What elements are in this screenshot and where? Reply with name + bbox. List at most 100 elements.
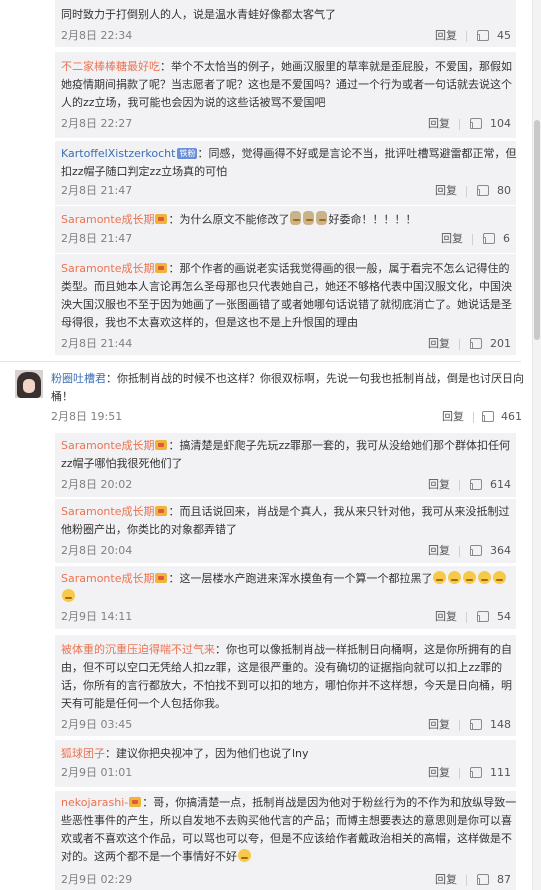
author-name[interactable]: Saramonte成长期 xyxy=(61,572,154,585)
reply-card: 不二家棒棒糖最好吃：举个不太恰当的例子，她画汉服里的草率就是歪屁股，不爱国，那假… xyxy=(55,52,516,138)
comment-meta: 2月9日 03:45 回复 148 xyxy=(61,716,511,734)
comment-text: 些恶性事件的产生，所以自发地不去购买他代言的产品；而博主想要表达的意思则是你可以… xyxy=(61,814,512,827)
comment-text: 她疫情期间捐款了呢？当志愿者了呢？这也是不爱国吗？通过一个行为或者一句话就去说这… xyxy=(61,78,512,91)
comment-text: 好委命！！！！！ xyxy=(328,213,417,226)
author-name[interactable]: nekojarashi- xyxy=(61,796,128,809)
reply-button[interactable]: 回复 xyxy=(442,408,464,426)
emoji-icon xyxy=(478,571,492,584)
author-name[interactable]: 狐球团子 xyxy=(61,747,105,760)
comment-text: 扣zz帽子随口判定zz立场真的可怕 xyxy=(61,165,228,178)
comment-text: 桶！ xyxy=(51,390,73,403)
reply-button[interactable]: 回复 xyxy=(428,716,450,734)
reply-button[interactable]: 回复 xyxy=(428,542,450,560)
author-name[interactable]: 粉圈吐槽君 xyxy=(51,372,106,385)
author-name[interactable]: Saramonte成长期 xyxy=(61,505,154,518)
author-name[interactable]: 不二家棒棒糖最好吃 xyxy=(61,60,160,73)
crown-badge-icon xyxy=(155,573,168,583)
comment-text: ：同感，觉得画得不好或是言论不当，批评吐槽骂避雷都正常，但 xyxy=(197,147,517,160)
emoji-icon xyxy=(303,211,315,225)
reply-card: Saramonte成长期 ：这一层楼水产跑进来浑水摸鱼有一个算一个都拉黑了 2月9… xyxy=(55,566,516,629)
author-name[interactable]: Saramonte成长期 xyxy=(61,262,154,275)
thumbs-up-icon[interactable] xyxy=(470,767,482,778)
comment-meta: 2月8日 20:02 回复 614 xyxy=(61,476,511,494)
comment-meta: 2月9日 14:11 回复 54 xyxy=(61,608,511,626)
like-count: 104 xyxy=(490,117,511,130)
comment-meta: 2月8日 21:44 回复 201 xyxy=(61,335,511,353)
reply-button[interactable]: 回复 xyxy=(435,27,457,45)
emoji-icon xyxy=(238,849,251,862)
divider xyxy=(0,361,521,362)
timestamp: 2月9日 14:11 xyxy=(61,610,133,623)
emoji-icon xyxy=(493,571,507,584)
reply-button[interactable]: 回复 xyxy=(428,476,450,494)
like-count: 80 xyxy=(497,184,511,197)
thumbs-up-icon[interactable] xyxy=(470,479,482,490)
crown-badge-icon xyxy=(155,506,168,516)
author-name[interactable]: Saramonte成长期 xyxy=(61,439,154,452)
comment-meta: 2月9日 02:29 回复 87 xyxy=(61,871,511,889)
like-count: 148 xyxy=(490,718,511,731)
thumbs-up-icon[interactable] xyxy=(477,611,489,622)
thumbs-up-icon[interactable] xyxy=(470,338,482,349)
like-count: 364 xyxy=(490,544,511,557)
emoji-icon xyxy=(448,571,462,584)
reply-card: Saramonte成长期 ：而且话说回来，肖战是个真人，我从来只针对他，我可从来没… xyxy=(55,499,516,563)
comment-text: ：搞清楚是虾爬子先玩zz罪那一套的，我可从没给她们那个群体扣任何 xyxy=(168,439,511,452)
comment-text: 对的。这两个都不是一个事情好不好 xyxy=(61,850,237,863)
crown-badge-icon xyxy=(129,797,142,807)
comment-text: ：而且话说回来，肖战是个真人，我从来只针对他，我可从来没抵制过 xyxy=(168,505,510,518)
comment-text: 他粉圈产出，你类比的对象都弄错了 xyxy=(61,523,237,536)
thumbs-up-icon[interactable] xyxy=(477,30,489,41)
thumbs-up-icon[interactable] xyxy=(470,545,482,556)
comment-text: 话，你所有的言行都放大，不怕找不到可以扣的地方，哪怕你并不这样想，今天是日向桶，… xyxy=(61,679,512,692)
like-count: 111 xyxy=(490,766,511,779)
thumbs-up-icon[interactable] xyxy=(482,411,494,422)
comment-meta: 2月8日 22:34 回复 45 xyxy=(61,27,511,45)
comment-text: ：为什么原文不能修改了 xyxy=(168,213,290,226)
comment-text: ：这一层楼水产跑进来浑水摸鱼有一个算一个都拉黑了 xyxy=(168,572,433,585)
crown-badge-icon xyxy=(155,440,168,450)
timestamp: 2月9日 01:01 xyxy=(61,766,133,779)
reply-button[interactable]: 回复 xyxy=(428,335,450,353)
crown-badge-icon xyxy=(155,263,168,273)
scrollbar-thumb[interactable] xyxy=(534,120,540,340)
comment-text: 类型。而且她本人言论再怎么圣母那也只代表她自己，她还不够格代表中国汉服文化，中国… xyxy=(61,280,512,293)
author-name[interactable]: Saramonte成长期 xyxy=(61,213,154,226)
comment-meta: 2月8日 22:27 回复 104 xyxy=(61,115,511,133)
reply-card: Saramonte成长期 ：为什么原文不能修改了 好委命！！！！！ 2月8日 21:… xyxy=(55,206,516,253)
timestamp: 2月8日 21:47 xyxy=(61,232,133,245)
emoji-icon xyxy=(316,211,328,225)
comment-text: 人的zz立场，我可能也会因为说的这些话被骂不爱国吧 xyxy=(61,96,326,109)
comment-text: ：那个作者的画说老实话我觉得画的很一般，属于看完不怎么记得住的 xyxy=(168,262,510,275)
thumbs-up-icon[interactable] xyxy=(470,118,482,129)
author-name[interactable]: 被体重的沉重压迫得喘不过气来 xyxy=(61,643,215,656)
thumbs-up-icon[interactable] xyxy=(483,233,495,244)
comment-text: ：建议你把央视冲了，因为他们也说了lny xyxy=(105,747,309,760)
comment-card: 粉圈吐槽君：你抵制肖战的时候不也这样？你很双标啊，先说一句我也抵制肖战，倒是也讨… xyxy=(0,370,530,430)
thumbs-up-icon[interactable] xyxy=(477,185,489,196)
timestamp: 2月8日 21:44 xyxy=(61,337,133,350)
reply-card: 被体重的沉重压迫得喘不过气来：你也可以像抵制肖战一样抵制日向桶啊，这是你所拥有的… xyxy=(55,635,516,736)
comment-text: ：哥，你搞清楚一点，抵制肖战是因为他对于粉丝行为的不作为和放纵导致一 xyxy=(142,796,517,809)
reply-button[interactable]: 回复 xyxy=(428,115,450,133)
timestamp: 2月9日 02:29 xyxy=(61,873,133,886)
thumbs-up-icon[interactable] xyxy=(477,874,489,885)
author-name[interactable]: KartoffelXistzerkocht xyxy=(61,147,175,160)
like-count: 54 xyxy=(497,610,511,623)
reply-button[interactable]: 回复 xyxy=(441,230,463,248)
like-count: 6 xyxy=(503,232,510,245)
reply-card: Saramonte成长期 ：搞清楚是虾爬子先玩zz罪那一套的，我可从没给她们那个群… xyxy=(55,433,516,497)
reply-button[interactable]: 回复 xyxy=(435,608,457,626)
like-count: 45 xyxy=(497,29,511,42)
comment-text: 欢或者不喜欢这个作品，可以骂也可以夸，但是不应该给作者戴政治相关的高帽，这样做是… xyxy=(61,832,512,845)
timestamp: 2月8日 19:51 xyxy=(51,410,123,423)
reply-button[interactable]: 回复 xyxy=(435,182,457,200)
thumbs-up-icon[interactable] xyxy=(470,719,482,730)
comment-meta: 2月8日 21:47 回复 80 xyxy=(61,182,511,200)
emoji-icon xyxy=(62,589,75,602)
reply-button[interactable]: 回复 xyxy=(435,871,457,889)
comment-text: 由，但不可以空口无凭给人扣zz罪，这是很严重的。没有确切的证据指向就可以扣上zz… xyxy=(61,661,503,674)
comment-text: zz帽子哪怕我很死他们了 xyxy=(61,457,183,470)
reply-card: Saramonte成长期 ：那个作者的画说老实话我觉得画的很一般，属于看完不怎么记… xyxy=(55,254,516,355)
reply-button[interactable]: 回复 xyxy=(428,764,450,782)
